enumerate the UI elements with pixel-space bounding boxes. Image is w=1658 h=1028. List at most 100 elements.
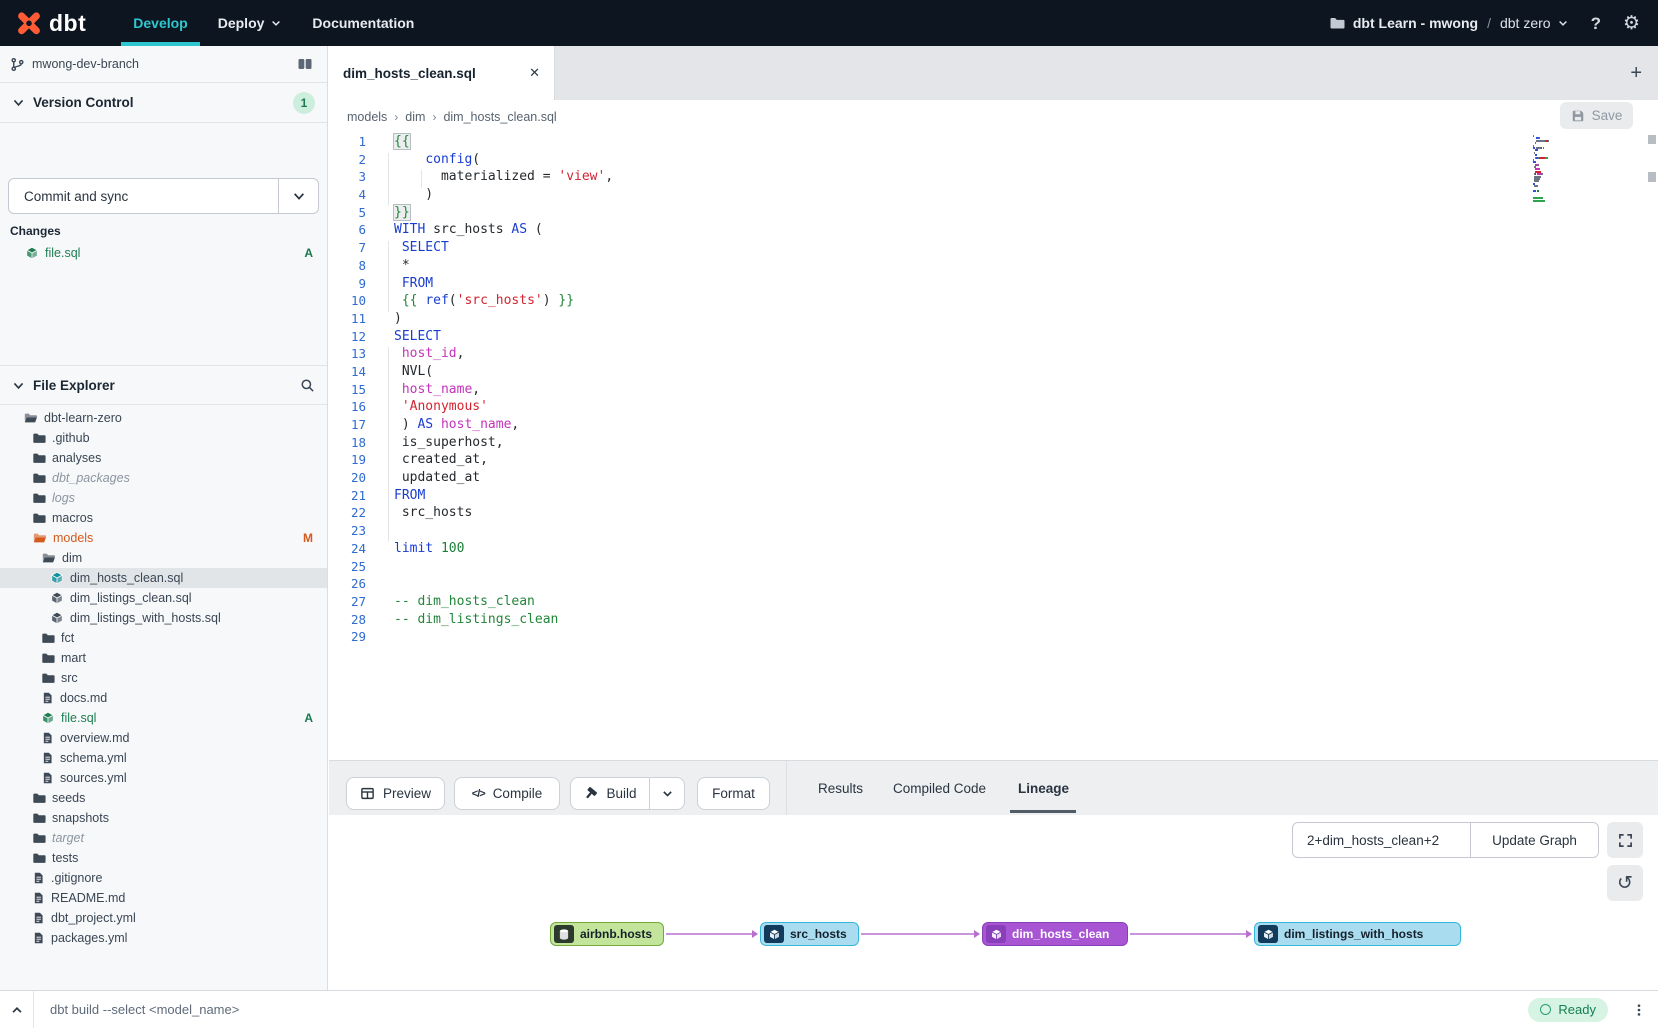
code-editor[interactable]: 1{{2 config(3 materialized = 'view',4 )5… <box>329 133 1658 760</box>
lineage-selector-group: 2+dim_hosts_clean+2 Update Graph <box>1292 822 1599 858</box>
help-icon[interactable]: ? <box>1591 15 1601 32</box>
line-number: 23 <box>329 522 366 540</box>
tree-file-dim-listings-clean-sql[interactable]: dim_listings_clean.sql <box>0 588 327 608</box>
tree-folder-mart[interactable]: mart <box>0 648 327 668</box>
code-line: 13 host_id, <box>329 345 1658 363</box>
breadcrumb-row: models›dim›dim_hosts_clean.sql Save <box>329 100 1658 133</box>
tree-file--gitignore[interactable]: .gitignore <box>0 868 327 888</box>
reset-view-button[interactable]: ↺ <box>1607 865 1643 901</box>
tree-file-overview-md[interactable]: overview.md <box>0 728 327 748</box>
tree-folder--github[interactable]: .github <box>0 428 327 448</box>
line-number: 15 <box>329 381 366 399</box>
code-line: 11) <box>329 310 1658 328</box>
lineage-panel: 2+dim_hosts_clean+2 Update Graph ↺ airbn… <box>329 815 1658 990</box>
tree-file-docs-md[interactable]: docs.md <box>0 688 327 708</box>
reader-columns-icon[interactable] <box>297 56 313 72</box>
ready-dot-icon <box>1540 1004 1551 1015</box>
breadcrumb-item[interactable]: dim <box>405 110 425 124</box>
tab-compiled-code[interactable]: Compiled Code <box>893 761 986 816</box>
save-button[interactable]: Save <box>1560 102 1633 129</box>
branch-row[interactable]: mwong-dev-branch <box>0 46 327 83</box>
indent-guide <box>421 170 422 188</box>
indent-guide <box>388 347 389 542</box>
tree-folder-logs[interactable]: logs <box>0 488 327 508</box>
code-line: 5}} <box>329 204 1658 222</box>
changes-label: Changes <box>10 224 61 238</box>
project-name[interactable]: dbt Learn - mwong <box>1353 15 1478 31</box>
tree-item-label: dim <box>62 551 82 565</box>
gear-icon[interactable]: ⚙ <box>1623 14 1640 33</box>
lineage-node-dim-hosts-clean[interactable]: dim_hosts_clean <box>982 922 1128 946</box>
status-badge[interactable]: Ready <box>1528 998 1608 1022</box>
update-graph-button[interactable]: Update Graph <box>1471 823 1598 857</box>
lineage-node-dim-listings-with-hosts[interactable]: dim_listings_with_hosts <box>1254 922 1461 946</box>
code-line: 10 {{ ref('src_hosts') }} <box>329 292 1658 310</box>
tab-lineage[interactable]: Lineage <box>1018 761 1069 816</box>
code-line: 26 <box>329 575 1658 593</box>
tree-folder-src[interactable]: src <box>0 668 327 688</box>
tree-folder-dbt-learn-zero[interactable]: dbt-learn-zero <box>0 408 327 428</box>
fullscreen-button[interactable] <box>1607 822 1643 858</box>
nav-deploy[interactable]: Deploy <box>203 0 298 46</box>
format-button[interactable]: Format <box>697 777 770 810</box>
tree-folder-macros[interactable]: macros <box>0 508 327 528</box>
model-cube-icon <box>986 925 1006 943</box>
main-nav: Develop Deploy Documentation <box>118 0 429 46</box>
line-number: 27 <box>329 593 366 611</box>
file-icon <box>41 771 54 785</box>
command-input[interactable]: dbt build --select <model_name> <box>50 1002 1528 1017</box>
model-cube-icon <box>1258 925 1278 943</box>
tree-folder-snapshots[interactable]: snapshots <box>0 808 327 828</box>
chevron-down-icon <box>661 787 674 800</box>
changed-file-row[interactable]: file.sql A <box>0 242 327 263</box>
build-button[interactable]: Build <box>570 777 650 810</box>
tree-folder-dim[interactable]: dim <box>0 548 327 568</box>
tree-item-label: seeds <box>52 791 85 805</box>
tree-file-sources-yml[interactable]: sources.yml <box>0 768 327 788</box>
breadcrumb-item[interactable]: dim_hosts_clean.sql <box>443 110 556 124</box>
tab-dim-hosts-clean[interactable]: dim_hosts_clean.sql ✕ <box>329 46 555 100</box>
rotate-ccw-icon: ↺ <box>1617 872 1633 894</box>
line-number: 2 <box>329 151 366 169</box>
commit-options-dropdown[interactable] <box>278 179 318 213</box>
tree-item-label: file.sql <box>61 711 96 725</box>
build-options-dropdown[interactable] <box>649 777 685 810</box>
tree-file-dim-listings-with-hosts-sql[interactable]: dim_listings_with_hosts.sql <box>0 608 327 628</box>
commit-and-sync-button[interactable]: Commit and sync <box>8 178 319 214</box>
tree-file-packages-yml[interactable]: packages.yml <box>0 928 327 948</box>
breadcrumb-item[interactable]: models <box>347 110 387 124</box>
file-explorer-header[interactable]: File Explorer <box>0 365 327 405</box>
tree-folder-tests[interactable]: tests <box>0 848 327 868</box>
compile-button[interactable]: </> Compile <box>454 777 560 810</box>
tree-folder-dbt-packages[interactable]: dbt_packages <box>0 468 327 488</box>
kebab-menu-icon[interactable] <box>1632 1002 1646 1018</box>
nav-documentation[interactable]: Documentation <box>297 0 429 46</box>
tab-results[interactable]: Results <box>818 761 863 816</box>
line-number: 9 <box>329 275 366 293</box>
tree-file-file-sql[interactable]: file.sqlA <box>0 708 327 728</box>
nav-develop[interactable]: Develop <box>118 0 202 46</box>
tree-folder-seeds[interactable]: seeds <box>0 788 327 808</box>
search-icon[interactable] <box>300 378 315 393</box>
dbt-logo[interactable]: dbt <box>14 8 86 38</box>
tree-folder-analyses[interactable]: analyses <box>0 448 327 468</box>
version-control-header[interactable]: Version Control 1 <box>0 83 327 123</box>
lineage-node-src-hosts[interactable]: src_hosts <box>760 922 859 946</box>
tree-file-schema-yml[interactable]: schema.yml <box>0 748 327 768</box>
environment-select[interactable]: dbt zero <box>1500 15 1569 31</box>
lineage-selector-input[interactable]: 2+dim_hosts_clean+2 <box>1293 823 1471 857</box>
tree-folder-models[interactable]: modelsM <box>0 528 327 548</box>
tree-folder-fct[interactable]: fct <box>0 628 327 648</box>
model-cube-icon <box>764 925 784 943</box>
tree-file-dbt-project-yml[interactable]: dbt_project.yml <box>0 908 327 928</box>
line-number: 4 <box>329 186 366 204</box>
new-tab-button[interactable]: + <box>1630 62 1642 85</box>
tree-file-readme-md[interactable]: README.md <box>0 888 327 908</box>
editor-scrollbar-thumb[interactable] <box>1648 135 1656 144</box>
preview-button[interactable]: Preview <box>346 777 445 810</box>
tree-file-dim-hosts-clean-sql[interactable]: dim_hosts_clean.sql <box>0 568 327 588</box>
tree-folder-target[interactable]: target <box>0 828 327 848</box>
lineage-node-airbnb-hosts[interactable]: airbnb.hosts <box>550 922 664 946</box>
expand-command-bar-button[interactable] <box>0 991 34 1028</box>
close-icon[interactable]: ✕ <box>529 65 540 81</box>
